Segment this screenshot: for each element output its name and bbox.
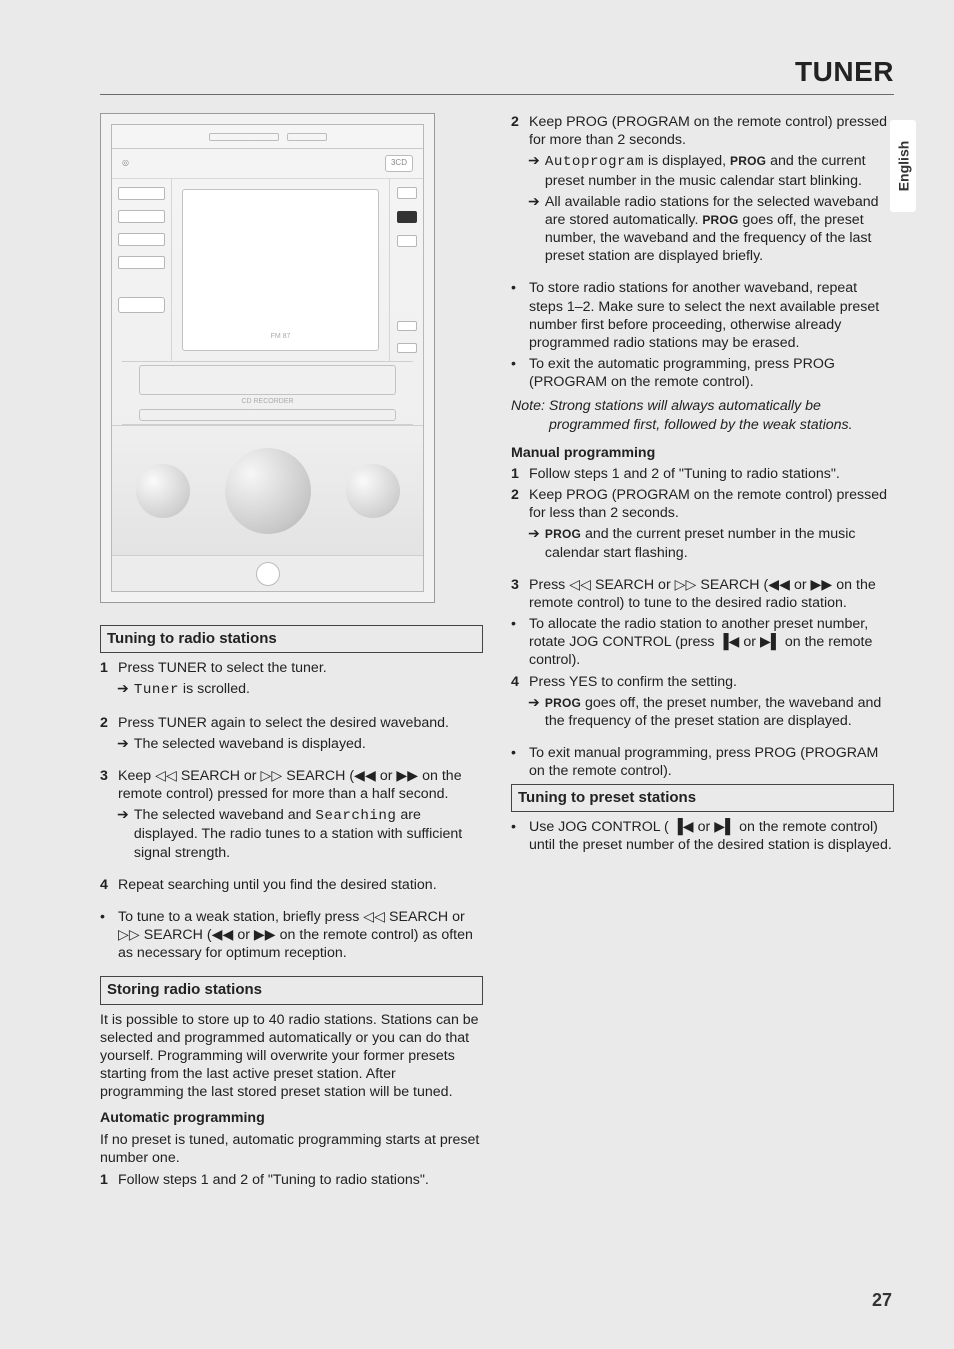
manual-step-4: 4 Press YES to confirm the setting. <box>511 673 894 691</box>
page-title: TUNER <box>100 56 894 88</box>
storing-intro: It is possible to store up to 40 radio s… <box>100 1011 483 1102</box>
remote-prev-icon: ▐◀ <box>718 634 739 650</box>
auto-bullet-exit: •To exit the automatic programming, pres… <box>511 355 894 391</box>
tuning-step-2: 2 Press TUNER again to select the desire… <box>100 714 483 732</box>
left-knob <box>136 464 190 518</box>
right-knob <box>346 464 400 518</box>
result-arrow-icon: ➔ <box>117 806 129 862</box>
tuning-step-3: 3 Keep ◁◁ SEARCH or ▷▷ SEARCH (◀◀ or ▶▶ … <box>100 767 483 803</box>
result-arrow-icon: ➔ <box>528 193 540 266</box>
result-arrow-icon: ➔ <box>117 735 129 753</box>
manual-step-3: 3 Press ◁◁ SEARCH or ▷▷ SEARCH (◀◀ or ▶▶… <box>511 576 894 612</box>
manual-bullet-exit: •To exit manual programming, press PROG … <box>511 744 894 780</box>
language-label: English <box>895 141 911 192</box>
tuning-step-4: 4 Repeat searching until you find the de… <box>100 876 483 894</box>
remote-ff-icon: ▶▶ <box>396 768 418 784</box>
result-arrow-icon: ➔ <box>528 525 540 561</box>
disc-icon: ◎ <box>122 158 129 168</box>
result-arrow-icon: ➔ <box>528 694 540 730</box>
right-column: 2 Keep PROG (PROGRAM on the remote contr… <box>511 113 894 1192</box>
result-arrow-icon: ➔ <box>528 152 540 189</box>
result-arrow-icon: ➔ <box>117 680 129 699</box>
auto-intro: If no preset is tuned, automatic program… <box>100 1131 483 1167</box>
manual-step-2: 2 Keep PROG (PROGRAM on the remote contr… <box>511 486 894 522</box>
product-illustration: ◎ 3CD FM 87 <box>100 113 435 603</box>
front-button <box>256 562 280 586</box>
language-tab: English <box>890 120 916 212</box>
automatic-programming-heading: Automatic programming <box>100 1109 483 1127</box>
jog-control-knob <box>225 448 311 534</box>
three-cd-badge: 3CD <box>385 155 413 171</box>
left-column: ◎ 3CD FM 87 <box>100 113 483 1192</box>
content-columns: ◎ 3CD FM 87 <box>100 113 894 1192</box>
preset-bullet: • Use JOG CONTROL ( ▐◀ or ▶▌ on the remo… <box>511 818 894 854</box>
manual-step-1: 1 Follow steps 1 and 2 of "Tuning to rad… <box>511 465 894 483</box>
tuning-weak-station-bullet: • To tune to a weak station, briefly pre… <box>100 908 483 963</box>
tuning-step-1: 1 Press TUNER to select the tuner. <box>100 659 483 677</box>
section-storing-title: Storing radio stations <box>100 976 483 1004</box>
section-tuning-title: Tuning to radio stations <box>100 625 483 653</box>
search-back-icon: ◁◁ <box>155 768 177 784</box>
page-number: 27 <box>872 1290 892 1311</box>
display-band-label: FM 87 <box>183 333 378 342</box>
auto-note: Note: Strong stations will always automa… <box>511 397 894 433</box>
auto-bullet-repeat: •To store radio stations for another wav… <box>511 279 894 352</box>
search-fwd-icon: ▷▷ <box>260 768 282 784</box>
remote-next-icon: ▶▌ <box>760 634 781 650</box>
auto-step-1: 1 Follow steps 1 and 2 of "Tuning to rad… <box>100 1171 483 1189</box>
manual-programming-heading: Manual programming <box>511 444 894 462</box>
manual-page: TUNER English ◎ 3CD <box>0 0 954 1349</box>
auto-step-2: 2 Keep PROG (PROGRAM on the remote contr… <box>511 113 894 149</box>
remote-rew-icon: ◀◀ <box>354 768 376 784</box>
section-preset-title: Tuning to preset stations <box>511 784 894 812</box>
manual-bullet-allocate: • To allocate the radio station to anoth… <box>511 615 894 670</box>
header-rule <box>100 94 894 95</box>
recorder-label: CD RECORDER <box>241 398 293 407</box>
